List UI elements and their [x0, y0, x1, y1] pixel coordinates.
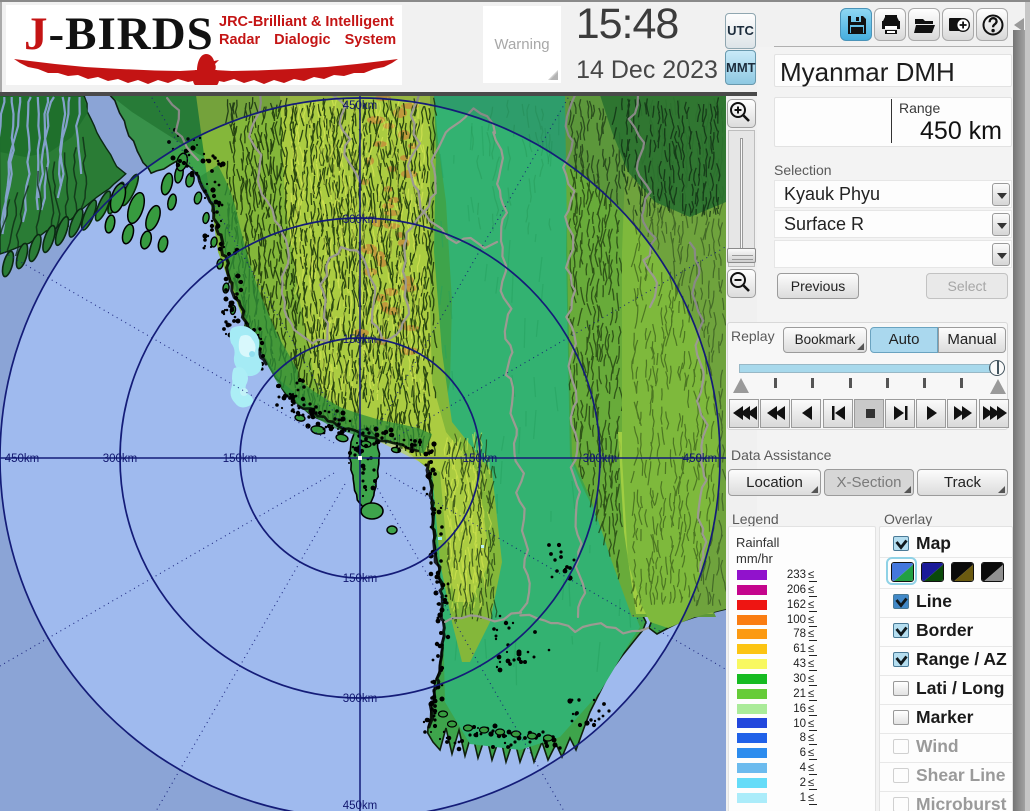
svg-text:300km: 300km — [103, 453, 138, 465]
svg-text:300km: 300km — [343, 693, 378, 705]
svg-text:450km: 450km — [683, 453, 718, 465]
svg-text:150km: 150km — [223, 453, 258, 465]
svg-text:450km: 450km — [5, 453, 40, 465]
svg-text:150km: 150km — [343, 334, 378, 346]
svg-text:300km: 300km — [583, 453, 618, 465]
svg-text:150km: 150km — [343, 573, 378, 585]
svg-text:150km: 150km — [463, 453, 498, 465]
svg-text:300km: 300km — [343, 214, 378, 226]
svg-text:450km: 450km — [343, 100, 378, 112]
svg-text:450km: 450km — [343, 800, 378, 811]
